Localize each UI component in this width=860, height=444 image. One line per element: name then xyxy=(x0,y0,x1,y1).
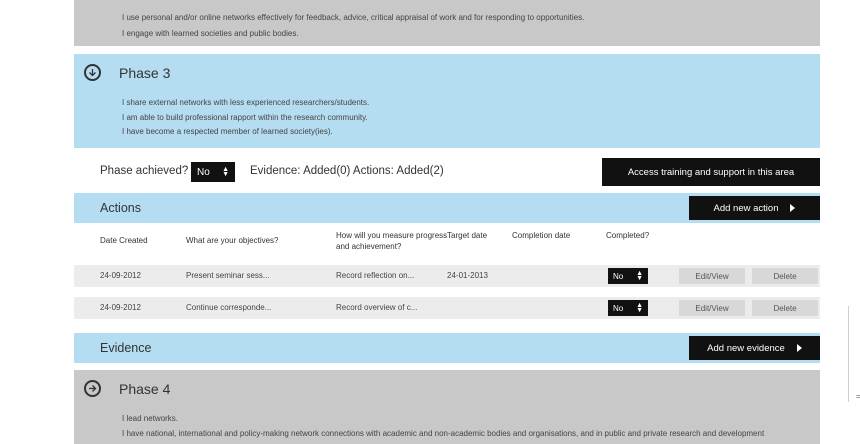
phase-achieved-value: No xyxy=(197,166,210,178)
select-arrows-icon: ▲ ▼ xyxy=(222,166,229,178)
evidence-actions-summary: Evidence: Added(0) Actions: Added(2) xyxy=(250,165,444,177)
column-header-target-date: Target date xyxy=(447,231,488,240)
delete-button[interactable]: Delete xyxy=(752,268,818,284)
edit-view-button[interactable]: Edit/View xyxy=(679,268,745,284)
phase4-panel: Phase 4 I lead networks. I have national… xyxy=(74,370,820,444)
phase3-title: Phase 3 xyxy=(119,64,171,81)
add-new-action-label: Add new action xyxy=(713,202,779,214)
cell-objective: Continue corresponde... xyxy=(186,303,272,312)
phase3-panel: Phase 3 I share external networks with l… xyxy=(74,54,820,148)
add-new-evidence-button[interactable]: Add new evidence xyxy=(689,336,820,360)
completed-value: No xyxy=(613,271,624,281)
cell-date-created: 24-09-2012 xyxy=(100,303,141,312)
completed-select[interactable]: No ▲ ▼ xyxy=(608,268,648,284)
previous-phase-line: I engage with learned societies and publ… xyxy=(122,29,299,38)
scroll-grip[interactable]: = xyxy=(856,392,860,401)
phase-status-row: Phase achieved? No ▲ ▼ Evidence: Added(0)… xyxy=(74,158,820,188)
play-arrow-icon xyxy=(796,344,802,352)
cell-measure: Record overview of c... xyxy=(336,303,418,312)
column-header-completed: Completed? xyxy=(606,231,650,240)
scrollbar-track[interactable] xyxy=(848,306,849,402)
select-arrows-icon: ▲ ▼ xyxy=(636,270,643,282)
actions-title: Actions xyxy=(100,201,141,215)
evidence-section-header: Evidence Add new evidence xyxy=(74,333,820,363)
add-new-evidence-label: Add new evidence xyxy=(707,342,785,354)
completed-value: No xyxy=(613,303,624,313)
expand-right-icon[interactable] xyxy=(84,380,101,397)
access-training-button[interactable]: Access training and support in this area xyxy=(602,158,820,186)
page-content: I use personal and/or online networks ef… xyxy=(74,0,820,444)
table-row: 24-09-2012 Present seminar sess... Recor… xyxy=(74,265,820,287)
edit-view-button[interactable]: Edit/View xyxy=(679,300,745,316)
previous-phase-line: I use personal and/or online networks ef… xyxy=(122,13,585,22)
cell-target-date: 24-01-2013 xyxy=(447,271,488,280)
phase4-title: Phase 4 xyxy=(119,380,171,397)
cell-date-created: 24-09-2012 xyxy=(100,271,141,280)
actions-section-header: Actions Add new action xyxy=(74,193,820,223)
phase-achieved-select[interactable]: No ▲ ▼ xyxy=(191,162,235,182)
phase4-line: I lead networks. xyxy=(122,414,179,423)
completed-select[interactable]: No ▲ ▼ xyxy=(608,300,648,316)
table-row: 24-09-2012 Continue corresponde... Recor… xyxy=(74,297,820,319)
add-new-action-button[interactable]: Add new action xyxy=(689,196,820,220)
evidence-title: Evidence xyxy=(100,341,152,355)
phase4-line: I have national, international and polic… xyxy=(122,429,765,438)
actions-table: Date Created What are your objectives? H… xyxy=(74,223,820,330)
select-arrows-icon: ▲ ▼ xyxy=(636,302,643,314)
phase3-line: I have become a respected member of lear… xyxy=(122,127,333,136)
cell-objective: Present seminar sess... xyxy=(186,271,270,280)
column-header-measure: How will you measure progress and achiev… xyxy=(336,231,448,251)
column-header-completion-date: Completion date xyxy=(512,231,571,240)
expand-down-icon[interactable] xyxy=(84,64,101,81)
previous-phase-panel: I use personal and/or online networks ef… xyxy=(74,0,820,46)
phase3-line: I am able to build professional rapport … xyxy=(122,113,368,122)
phase4-header: Phase 4 xyxy=(84,380,170,397)
delete-button[interactable]: Delete xyxy=(752,300,818,316)
column-header-objectives: What are your objectives? xyxy=(186,236,279,245)
cell-measure: Record reflection on... xyxy=(336,271,415,280)
phase3-header: Phase 3 xyxy=(84,64,170,81)
play-arrow-icon xyxy=(790,204,796,212)
phase-achieved-label: Phase achieved? xyxy=(100,165,189,177)
column-header-date-created: Date Created xyxy=(100,236,148,245)
phase3-line: I share external networks with less expe… xyxy=(122,98,370,107)
